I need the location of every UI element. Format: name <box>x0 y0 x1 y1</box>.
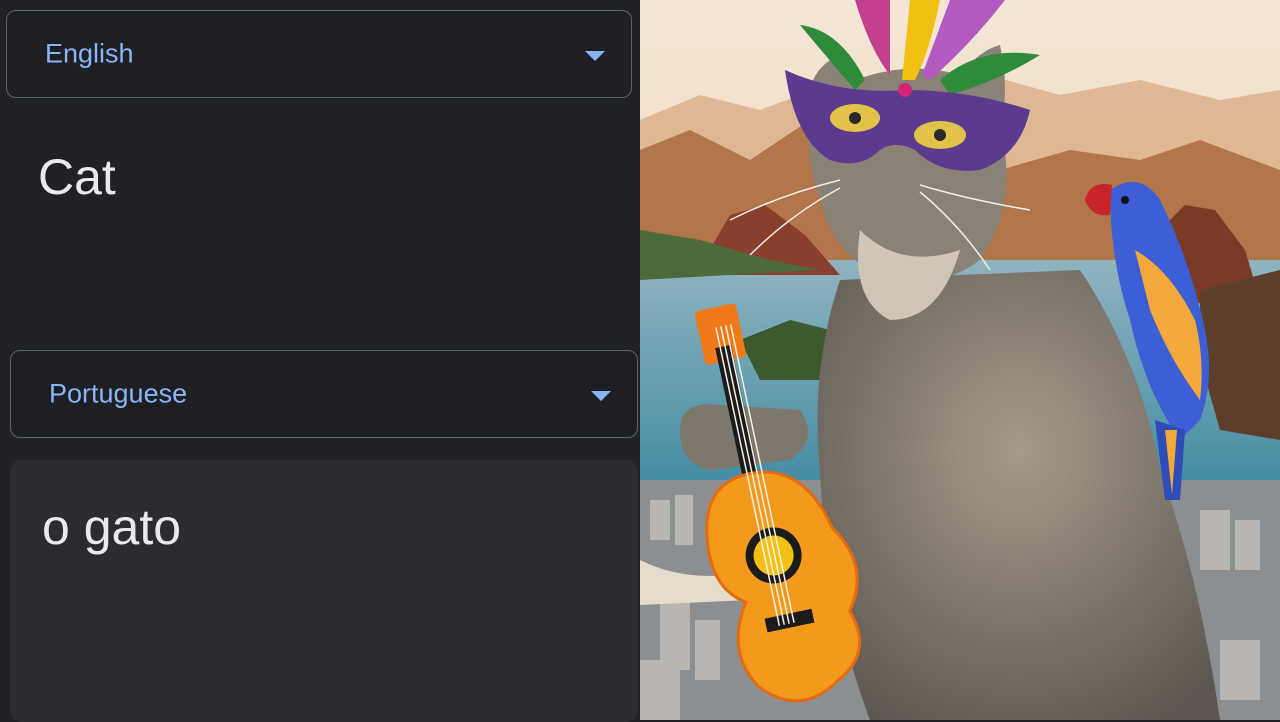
translator-panel: English Cat Portuguese o gato <box>0 0 640 722</box>
source-text[interactable]: Cat <box>38 148 116 206</box>
chevron-down-icon <box>591 391 611 401</box>
translated-text: o gato <box>42 499 182 555</box>
illustration-panel <box>640 0 1280 720</box>
mask-gem <box>898 83 912 97</box>
translation-output-box: o gato <box>10 460 638 722</box>
chevron-down-icon <box>585 51 605 61</box>
target-language-label: Portuguese <box>49 378 188 409</box>
target-language-select[interactable]: Portuguese <box>10 350 638 438</box>
source-language-label: English <box>45 38 134 69</box>
source-language-select[interactable]: English <box>6 10 632 98</box>
carnival-cat-illustration <box>640 0 1280 720</box>
